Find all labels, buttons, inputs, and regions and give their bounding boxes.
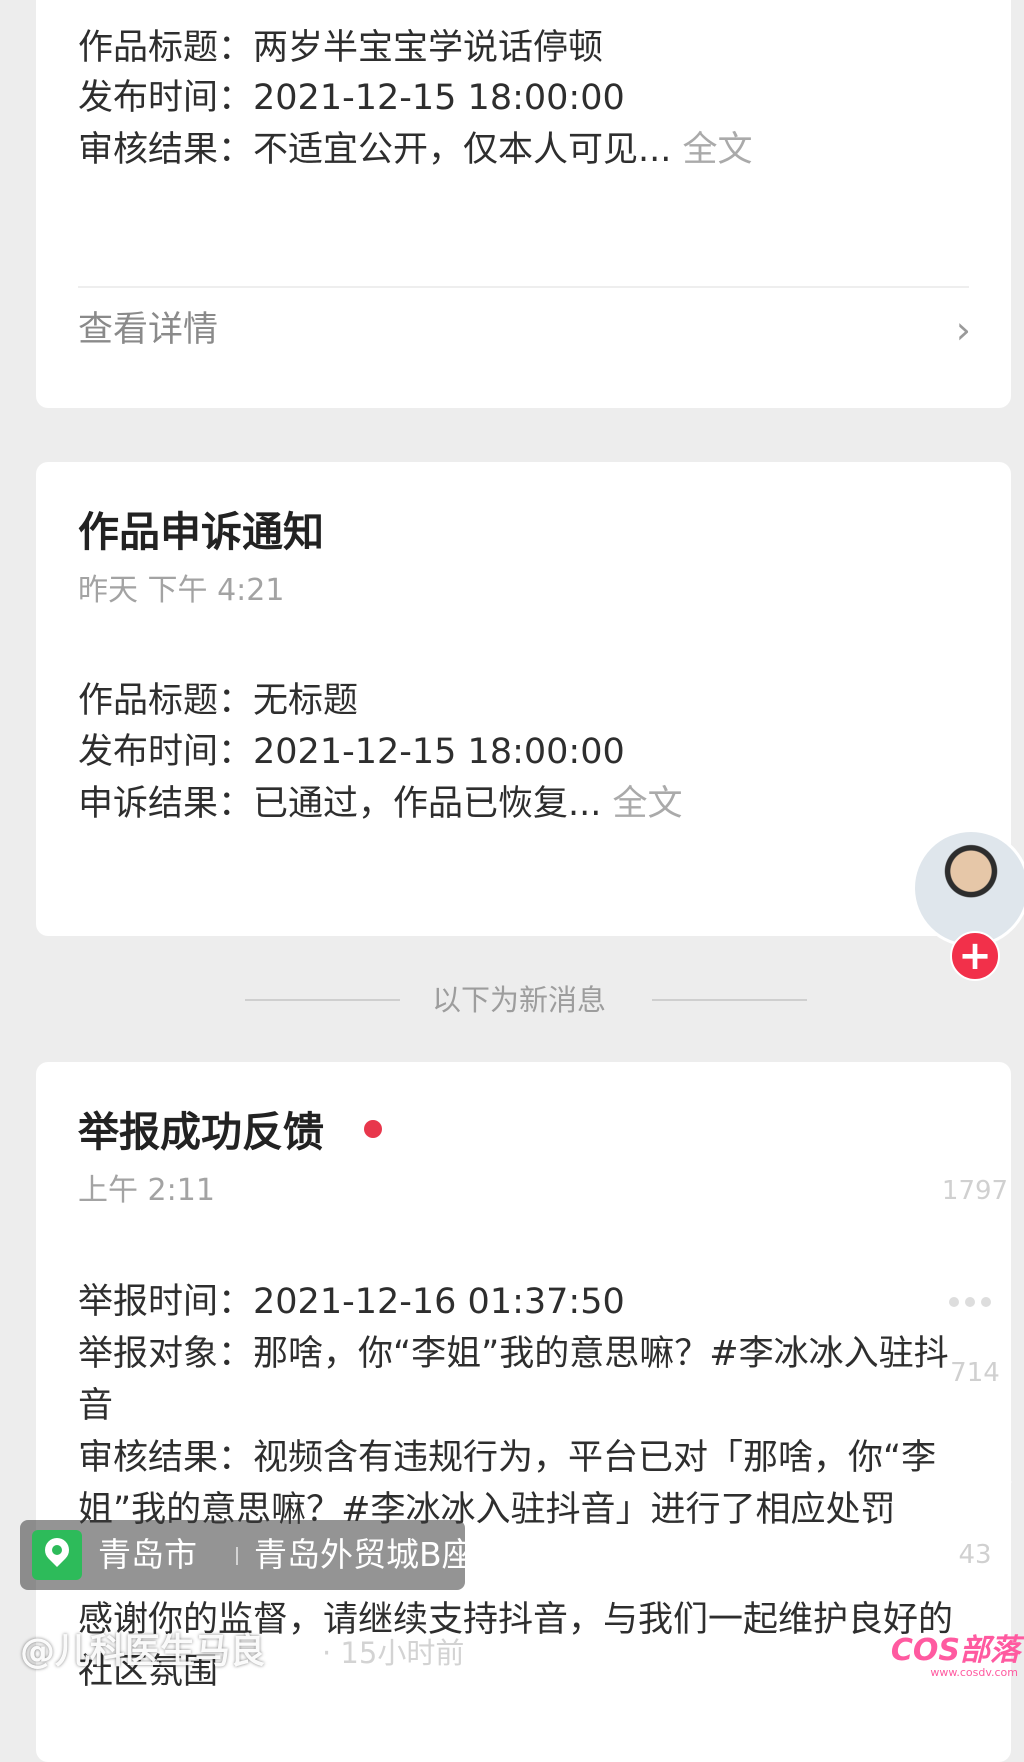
appeal-notification-card: 作品申诉通知 昨天 下午 4:21 作品标题：无标题 发布时间：2021-12-… xyxy=(36,462,1011,936)
time-ago: · 15小时前 xyxy=(322,1636,465,1670)
like-count: 1797 xyxy=(941,1176,1009,1206)
watermark-url: www.cosdv.com xyxy=(930,1666,1018,1679)
full-text-link[interactable]: 全文 xyxy=(613,784,683,824)
comment-count: 714 xyxy=(950,1358,1000,1388)
separator-text: 以下为新消息 xyxy=(432,983,607,1017)
publish-time-label: 发布时间： xyxy=(78,732,254,772)
location-chip[interactable]: 青岛市 青岛外贸城B座 xyxy=(20,1520,475,1590)
heart-icon[interactable] xyxy=(930,1075,1010,1145)
work-title-line: 作品标题：无标题 xyxy=(78,681,358,721)
unread-dot xyxy=(364,1120,382,1138)
watermark: COS部落 xyxy=(890,1633,1020,1668)
appeal-result-line: 申诉结果：已通过，作品已恢复... 全文 xyxy=(78,784,683,824)
report-target-line: 举报对象：那啥，你“李姐”我的意思嘛？#李冰冰入驻抖 xyxy=(78,1334,949,1374)
full-text-link[interactable]: 全文 xyxy=(683,130,753,170)
view-details-link[interactable]: 查看详情 xyxy=(78,310,218,350)
report-time-label: 举报时间： xyxy=(78,1282,254,1322)
publish-time-label: 发布时间： xyxy=(78,78,254,118)
location-place: 青岛外贸城B座 xyxy=(254,1535,475,1574)
divider xyxy=(78,286,969,288)
comment-icon[interactable] xyxy=(928,1270,1012,1340)
audit-result-value: 视频含有违规行为，平台已对「那啥，你“李 xyxy=(253,1438,937,1478)
new-messages-separator: 以下为新消息 xyxy=(0,980,1024,1020)
work-title-line: 作品标题：两岁半宝宝学说话停顿 xyxy=(78,28,603,68)
publish-time-line: 发布时间：2021-12-15 18:00:00 xyxy=(78,78,625,118)
share-count: 43 xyxy=(958,1540,992,1570)
audit-notification-card: 作品标题：两岁半宝宝学说话停顿 发布时间：2021-12-15 18:00:00… xyxy=(36,0,1011,408)
audit-result-value: 不适宜公开，仅本人可见... xyxy=(253,130,672,170)
share-icon[interactable] xyxy=(930,1448,1014,1518)
work-title-label: 作品标题： xyxy=(78,681,254,721)
appeal-result-value: 已通过，作品已恢复... xyxy=(253,784,602,824)
work-title-value: 无标题 xyxy=(253,681,359,721)
card-time: 上午 2:11 xyxy=(78,1173,215,1208)
report-target-value-cont: 音 xyxy=(78,1386,114,1426)
publish-time-value: 2021-12-15 18:00:00 xyxy=(253,732,625,772)
report-target-value: 那啥，你“李姐”我的意思嘛？#李冰冰入驻抖 xyxy=(253,1334,949,1374)
author-avatar[interactable] xyxy=(912,829,1024,947)
work-title-label: 作品标题： xyxy=(78,28,254,68)
card-title: 举报成功反馈 xyxy=(78,1108,324,1156)
location-pin-icon xyxy=(32,1530,82,1580)
card-time: 昨天 下午 4:21 xyxy=(78,573,285,608)
card-title: 作品申诉通知 xyxy=(78,508,324,556)
audit-result-label: 审核结果： xyxy=(78,1438,254,1478)
work-title-value: 两岁半宝宝学说话停顿 xyxy=(253,28,604,68)
publish-time-value: 2021-12-15 18:00:00 xyxy=(253,78,625,118)
follow-button[interactable]: + xyxy=(950,931,1000,981)
location-city: 青岛市 xyxy=(98,1535,197,1574)
chevron-right-icon[interactable]: › xyxy=(956,310,971,350)
report-target-line-cont: 音 xyxy=(78,1386,113,1426)
audit-result-line: 审核结果：不适宜公开，仅本人可见... 全文 xyxy=(78,130,753,170)
separator-line-left xyxy=(245,999,400,1001)
audit-result-label: 审核结果： xyxy=(78,130,254,170)
report-target-label: 举报对象： xyxy=(78,1334,254,1374)
appeal-result-label: 申诉结果： xyxy=(78,784,254,824)
audit-result-line: 审核结果：视频含有违规行为，平台已对「那啥，你“李 xyxy=(78,1438,936,1478)
location-divider xyxy=(236,1547,238,1565)
report-time-line: 举报时间：2021-12-16 01:37:50 xyxy=(78,1282,625,1322)
report-time-value: 2021-12-16 01:37:50 xyxy=(253,1282,625,1322)
separator-line-right xyxy=(652,999,807,1001)
publish-time-line: 发布时间：2021-12-15 18:00:00 xyxy=(78,732,625,772)
author-name[interactable]: @儿科医生马良 xyxy=(20,1623,265,1674)
